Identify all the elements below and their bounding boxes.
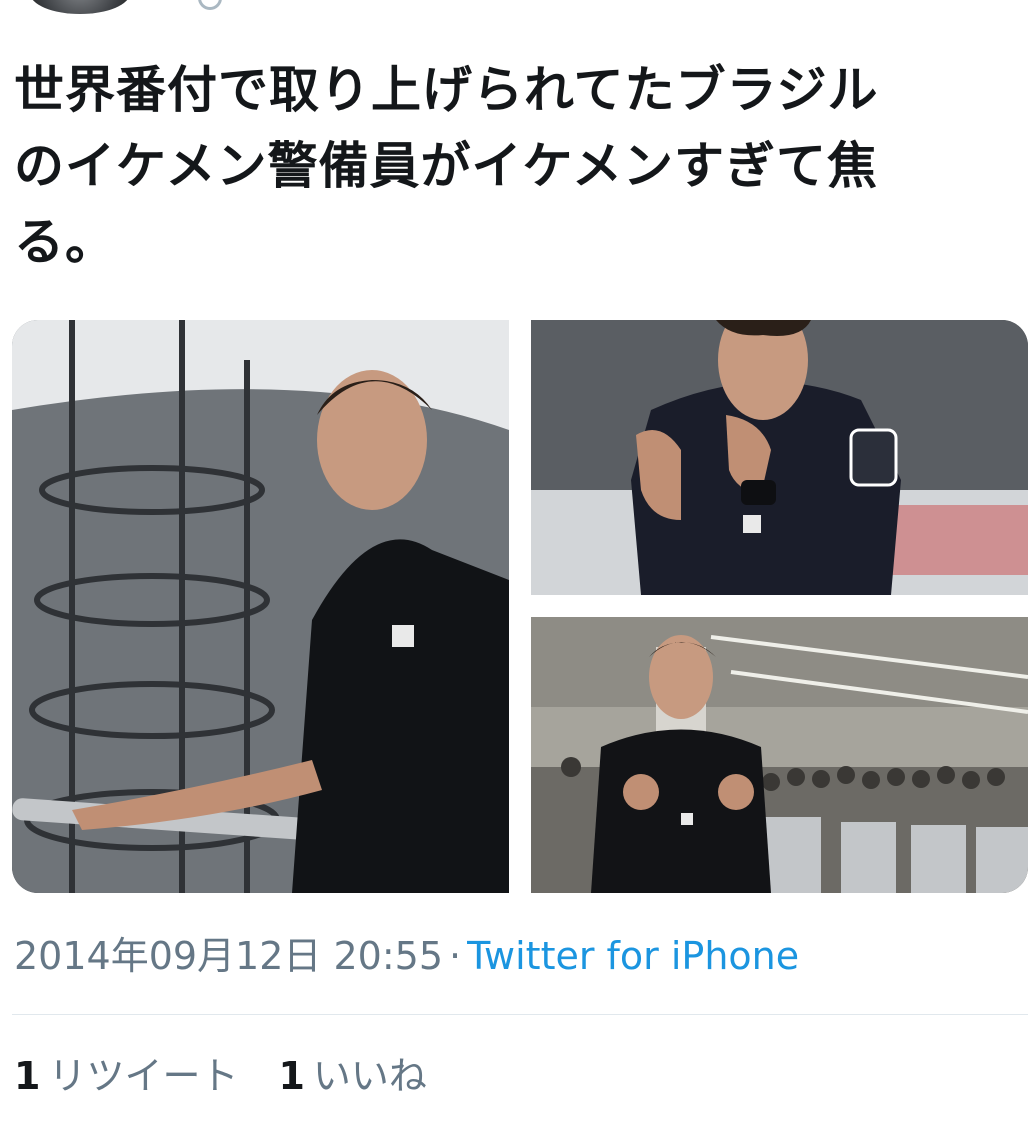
media-grid bbox=[12, 320, 1028, 893]
photo-image bbox=[12, 320, 509, 893]
photo-image bbox=[531, 617, 1028, 893]
photo-image bbox=[531, 320, 1028, 595]
tweet-text-line: る。 bbox=[14, 213, 116, 271]
media-photo-bottom-right[interactable] bbox=[531, 617, 1028, 893]
tweet-stats: 1 リツイート 1 いいね bbox=[14, 1050, 467, 1102]
retweet-count[interactable]: 1 bbox=[14, 1054, 40, 1098]
meta-separator: · bbox=[449, 934, 462, 978]
divider bbox=[12, 1014, 1028, 1015]
tweet-meta: 2014年09月12日 20:55 · Twitter for iPhone bbox=[14, 930, 799, 982]
tweet-text-line: のイケメン警備員がイケメンすぎて焦 bbox=[14, 137, 878, 195]
verified-icon bbox=[198, 0, 222, 10]
tweet-text: 世界番付で取り上げられてたブラジル のイケメン警備員がイケメンすぎて焦 る。 bbox=[14, 52, 1014, 280]
retweet-label[interactable]: リツイート bbox=[48, 1054, 238, 1098]
tweet-text-line: 世界番付で取り上げられてたブラジル bbox=[14, 61, 879, 119]
media-photo-top-right[interactable] bbox=[531, 320, 1028, 595]
tweet-source-link[interactable]: Twitter for iPhone bbox=[467, 934, 799, 978]
media-photo-left[interactable] bbox=[12, 320, 509, 893]
like-count[interactable]: 1 bbox=[278, 1054, 304, 1098]
tweet-timestamp[interactable]: 2014年09月12日 20:55 bbox=[14, 934, 443, 978]
avatar[interactable] bbox=[30, 0, 130, 14]
like-label[interactable]: いいね bbox=[313, 1054, 427, 1098]
